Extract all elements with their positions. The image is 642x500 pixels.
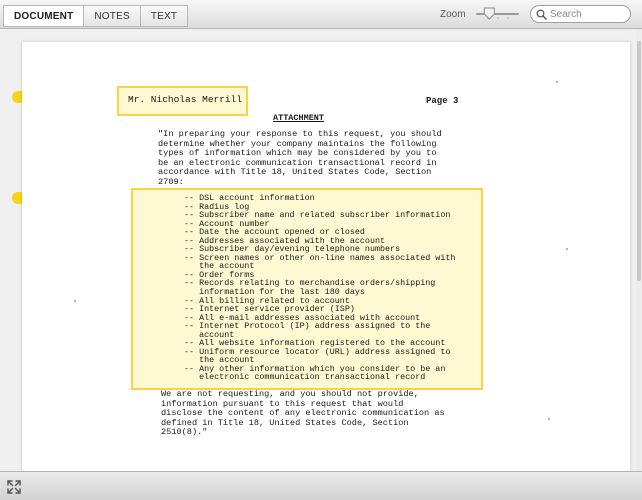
scan-speck — [548, 418, 550, 420]
bottom-bar — [0, 471, 642, 500]
tab-notes[interactable]: NOTES — [84, 5, 141, 27]
toolbar: DOCUMENT NOTES TEXT Zoom — [0, 0, 642, 29]
tab-document[interactable]: DOCUMENT — [3, 5, 85, 27]
zoom-thumb[interactable] — [483, 7, 495, 20]
scan-speck — [556, 81, 558, 83]
zoom-slider[interactable] — [474, 6, 520, 22]
document-page: Mr. Nicholas Merrill Page 3 ATTACHMENT "… — [22, 42, 630, 471]
scan-speck — [566, 248, 568, 250]
view-tabs: DOCUMENT NOTES TEXT — [3, 5, 189, 27]
scan-speck — [74, 300, 76, 302]
addressee: Mr. Nicholas Merrill — [128, 94, 243, 105]
search-field[interactable] — [530, 5, 631, 23]
search-input[interactable] — [550, 8, 620, 20]
information-items-list: -- DSL account information -- Radius log… — [184, 193, 456, 383]
tab-text[interactable]: TEXT — [140, 5, 189, 27]
vertical-scrollbar[interactable] — [636, 29, 642, 471]
page-number: Page 3 — [426, 96, 459, 106]
search-icon — [536, 9, 547, 20]
attachment-title: ATTACHMENT — [273, 113, 325, 123]
scrollbar-thumb[interactable] — [637, 41, 641, 281]
zoom-label: Zoom — [440, 9, 466, 20]
expand-arrows-icon[interactable] — [6, 479, 22, 495]
closing-paragraph: We are not requesting, and you should no… — [161, 389, 445, 438]
intro-paragraph: "In preparing your response to this requ… — [158, 129, 442, 187]
